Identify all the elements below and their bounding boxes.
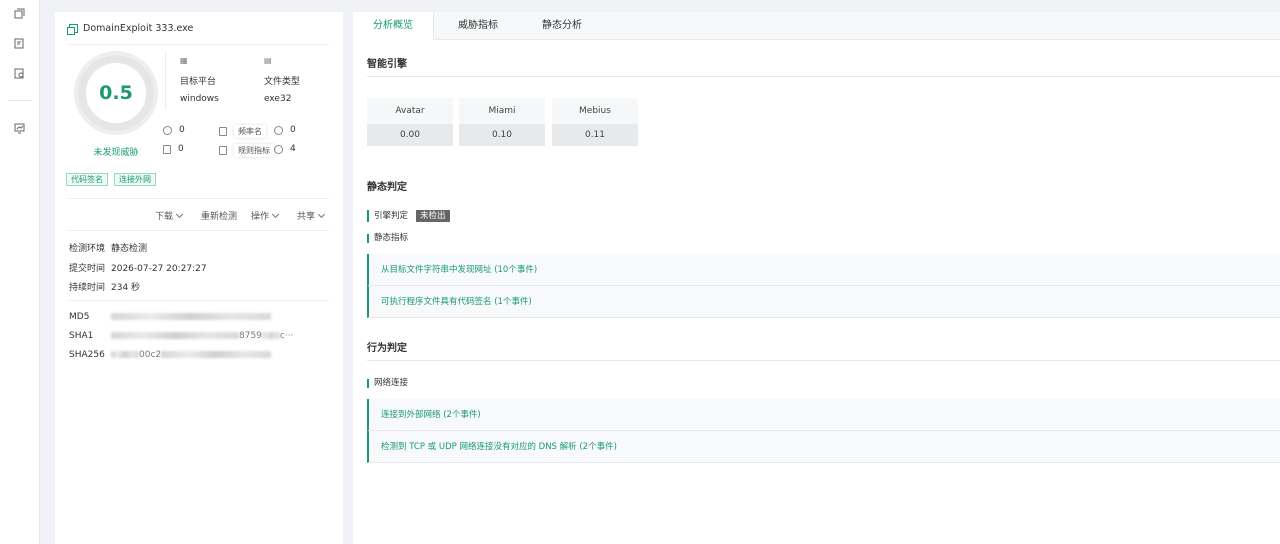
stack-icon[interactable] [14, 8, 25, 19]
chevron-down-icon [317, 210, 326, 218]
windows-icon: ▦ [180, 56, 188, 65]
stat-item[interactable]: 频率名 [219, 125, 266, 138]
chart-icon[interactable] [14, 123, 25, 134]
operation-button[interactable]: 操作 [251, 209, 280, 222]
divider [69, 230, 329, 231]
platform-label: 目标平台 [180, 77, 217, 87]
divider [165, 52, 166, 110]
file-title: DomainExploit 333.exe [67, 23, 194, 35]
doc-search-icon[interactable] [14, 68, 25, 79]
rule-icon [219, 146, 227, 155]
network-label: 网络连接 [367, 379, 408, 388]
file-type-icon: ▤ [264, 56, 272, 65]
stat-item: 0 [163, 125, 185, 135]
indicator-item[interactable]: 检测到 TCP 或 UDP 网络连接没有对应的 DNS 解析 (2个事件) [367, 431, 1280, 463]
tree-icon [219, 127, 227, 136]
md5-row[interactable]: MD5 [69, 312, 271, 322]
static-indicators-label: 静态指标 [367, 234, 408, 243]
divider [69, 300, 329, 301]
submit-row: 提交时间 2026-07-27 20:27:27 [69, 264, 207, 274]
engine-verdict: 引擎判定 未检出 [367, 210, 450, 222]
redacted-hash [111, 313, 271, 320]
divider [367, 76, 1280, 77]
indicator-item[interactable]: 从目标文件字符串中发现网址 (10个事件) [367, 254, 1280, 286]
analysis-panel: 分析概览 威胁指标 静态分析 智能引擎 Avatar 0.00 Miami 0.10… [353, 12, 1280, 544]
score-value: 0.5 [99, 82, 133, 104]
chevron-down-icon [175, 210, 184, 218]
sha256-row[interactable]: SHA256 00c2 [69, 350, 272, 360]
tab-overview[interactable]: 分析概览 [353, 12, 434, 40]
tab-threat-indicators[interactable]: 威胁指标 [438, 12, 518, 40]
recheck-button[interactable]: 重新检测 [201, 209, 237, 222]
divider [69, 44, 329, 45]
divider [367, 360, 1280, 361]
file-name: DomainExploit 333.exe [83, 23, 194, 34]
sha1-row[interactable]: SHA1 8759 c··· [69, 331, 293, 341]
file-type-label: 文件类型 [264, 77, 301, 87]
alert-icon [274, 125, 283, 135]
layers-icon [274, 144, 283, 154]
chevron-down-icon [271, 210, 280, 218]
verdict-text: 未发现威胁 [93, 148, 139, 158]
engine-card: Mebius 0.11 [552, 98, 638, 146]
tag-external-network: 连接外网 [114, 173, 156, 186]
redacted-hash [111, 351, 139, 358]
doc-check-icon[interactable] [14, 38, 25, 49]
stat-item: 0 [163, 144, 184, 154]
divider [69, 198, 329, 199]
indicator-item[interactable]: 连接到外部网络 (2个事件) [367, 399, 1280, 431]
behavior-title: 行为判定 [367, 343, 407, 354]
gauge-icon [163, 125, 172, 135]
engine-card: Avatar 0.00 [367, 98, 453, 146]
list-icon [163, 144, 171, 154]
indicator-item[interactable]: 可执行程序文件具有代码签名 (1个事件) [367, 286, 1280, 318]
stat-item: 4 [274, 144, 296, 154]
side-rail [0, 0, 40, 544]
tab-bar: 分析概览 威胁指标 静态分析 [353, 12, 1280, 40]
redacted-hash [111, 332, 239, 339]
platform-value: windows [180, 94, 219, 104]
duration-row: 持续时间 234 秒 [69, 283, 141, 293]
copy-icon[interactable] [67, 24, 78, 35]
file-type-value: exe32 [264, 94, 292, 104]
status-badge: 未检出 [416, 210, 450, 222]
rail-divider [8, 100, 32, 101]
env-row: 检测环境 静态检测 [69, 244, 148, 254]
engines-title: 智能引擎 [367, 59, 407, 70]
tag-code-sign: 代码签名 [66, 173, 108, 186]
share-button[interactable]: 共享 [297, 209, 326, 222]
stat-item: 0 [274, 125, 296, 135]
stat-item[interactable]: 规则指标 [219, 144, 274, 157]
static-title: 静态判定 [367, 182, 407, 193]
download-button[interactable]: 下载 [155, 209, 184, 222]
file-summary-panel: DomainExploit 333.exe 0.5 未发现威胁 ▦ 目标平台 w… [55, 12, 343, 544]
tab-static-analysis[interactable]: 静态分析 [522, 12, 602, 40]
engine-card: Miami 0.10 [459, 98, 545, 146]
